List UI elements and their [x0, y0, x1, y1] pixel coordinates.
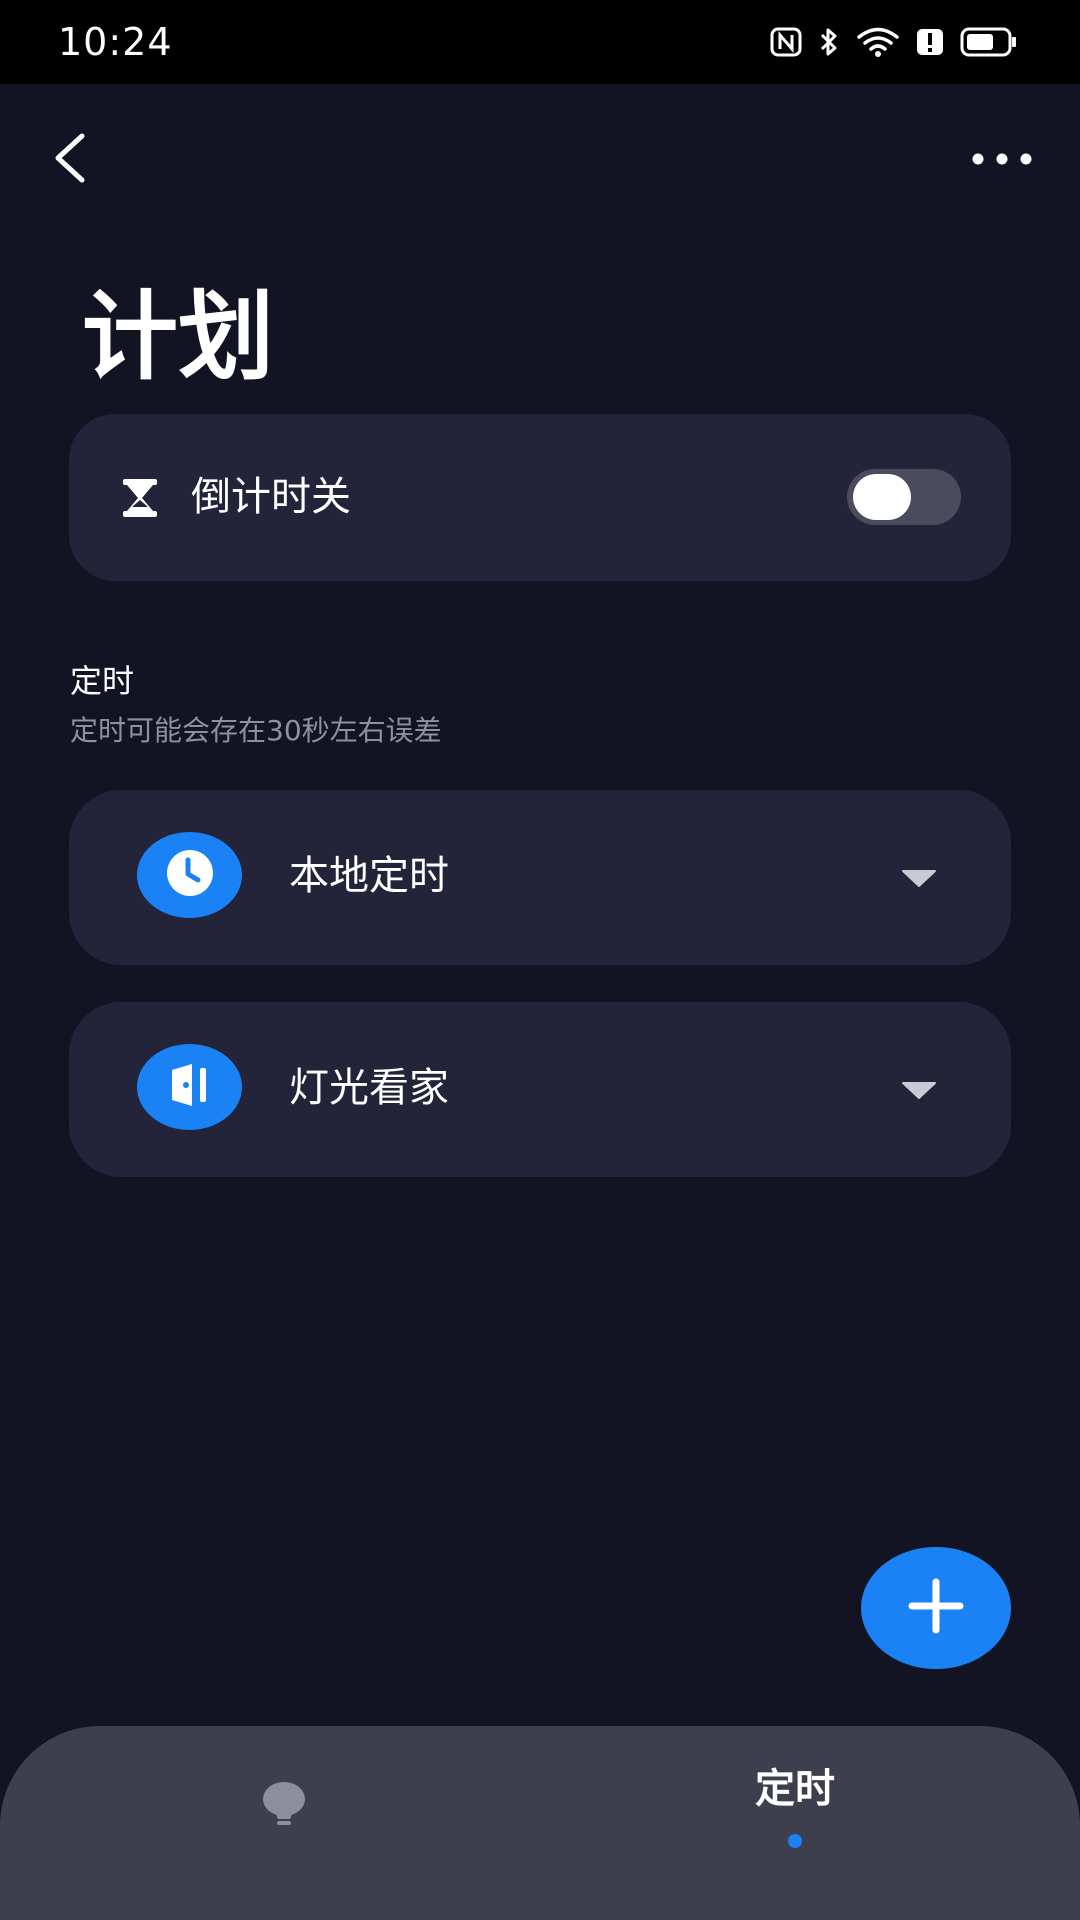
- local-timer-label: 本地定时: [289, 853, 449, 899]
- alert-icon: [916, 28, 944, 56]
- status-icons: [770, 24, 1018, 60]
- tab-schedule[interactable]: 定时: [710, 1762, 880, 1882]
- status-time: 10:24: [58, 20, 173, 64]
- countdown-card: 倒计时关: [69, 414, 1011, 581]
- bottom-nav: 定时: [0, 1726, 1080, 1920]
- more-button[interactable]: [964, 135, 1040, 185]
- status-bar: 10:24: [0, 0, 1080, 84]
- wifi-icon: [856, 26, 900, 58]
- hourglass-icon: [121, 477, 159, 519]
- light-watch-label: 灯光看家: [289, 1065, 449, 1111]
- tab-light[interactable]: [240, 1766, 328, 1846]
- bluetooth-icon: [818, 26, 840, 58]
- active-tab-indicator: [788, 1834, 802, 1848]
- light-watch-icon-circle: [137, 1044, 242, 1130]
- chevron-down-icon: [901, 868, 937, 888]
- light-watch-card[interactable]: 灯光看家: [69, 1002, 1011, 1177]
- more-horizontal-icon: [971, 151, 1033, 170]
- section-title: 定时: [70, 662, 135, 700]
- battery-icon: [960, 27, 1018, 57]
- nfc-icon: [770, 27, 802, 57]
- section-subtitle: 定时可能会存在30秒左右误差: [70, 714, 442, 747]
- page-title: 计划: [82, 281, 274, 393]
- countdown-toggle[interactable]: [847, 469, 961, 525]
- countdown-label: 倒计时关: [191, 474, 351, 520]
- local-timer-icon-circle: [137, 832, 242, 918]
- tab-schedule-label: 定时: [755, 1766, 835, 1812]
- bulb-icon: [261, 1781, 307, 1831]
- local-timer-card[interactable]: 本地定时: [69, 790, 1011, 965]
- clock-icon: [165, 848, 215, 902]
- add-schedule-button[interactable]: [861, 1547, 1011, 1669]
- toggle-knob: [853, 474, 911, 520]
- plus-icon: [908, 1578, 964, 1638]
- chevron-left-icon: [52, 132, 88, 188]
- door-icon: [168, 1062, 212, 1112]
- chevron-down-icon: [901, 1080, 937, 1100]
- back-button[interactable]: [40, 130, 100, 190]
